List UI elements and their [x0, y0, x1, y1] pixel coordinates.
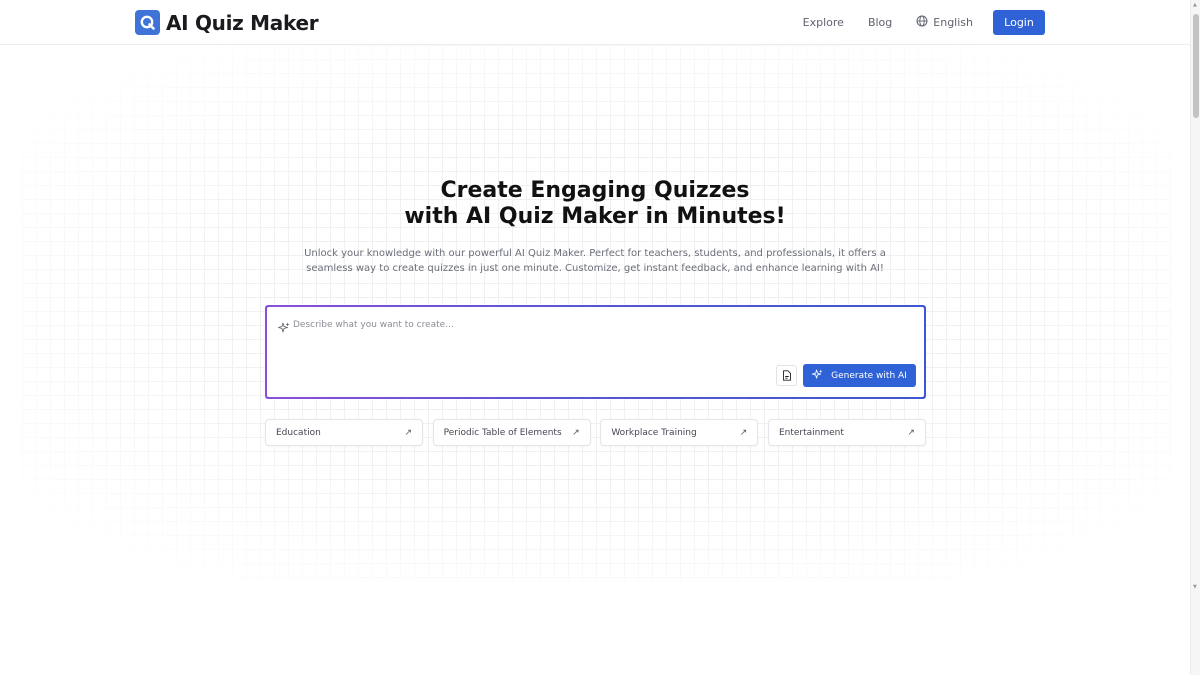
scroll-down-arrow-icon[interactable]: ▼ [1193, 585, 1197, 590]
hero-title: Create Engaging Quizzes with AI Quiz Mak… [0, 178, 1190, 230]
top-navbar: AI Quiz Maker Explore Blog English Login [0, 0, 1190, 45]
globe-icon [916, 15, 928, 30]
generate-label: Generate with AI [831, 370, 907, 381]
prompt-input[interactable] [277, 316, 777, 334]
prompt-box: Generate with AI [267, 307, 924, 397]
scroll-up-arrow-icon[interactable]: ▲ [1193, 3, 1197, 8]
suggestion-chip-periodic-table[interactable]: Periodic Table of Elements ↗ [432, 419, 591, 446]
suggestion-label: Workplace Training [611, 427, 697, 438]
main-nav: Explore Blog English Login [803, 10, 1045, 35]
prompt-box-border: Generate with AI [265, 305, 926, 399]
page: AI Quiz Maker Explore Blog English Login… [0, 0, 1200, 675]
arrow-up-right-icon: ↗ [739, 427, 748, 438]
sparkle-icon [812, 368, 823, 383]
suggestion-chip-entertainment[interactable]: Entertainment ↗ [767, 419, 926, 446]
page-scrollbar[interactable]: ▲ ▼ [1190, 0, 1200, 675]
scrollbar-thumb[interactable] [1193, 14, 1199, 118]
q-logo-icon [135, 10, 160, 35]
suggestion-label: Entertainment [778, 427, 844, 438]
suggestion-chips: Education ↗ Periodic Table of Elements ↗… [265, 419, 926, 446]
brand[interactable]: AI Quiz Maker [135, 10, 319, 35]
arrow-up-right-icon: ↗ [572, 427, 580, 438]
suggestion-label: Periodic Table of Elements [443, 427, 562, 438]
language-label: English [933, 16, 973, 29]
suggestion-label: Education [276, 427, 321, 438]
nav-blog-link[interactable]: Blog [868, 16, 892, 29]
nav-explore-link[interactable]: Explore [803, 16, 844, 29]
generate-with-ai-button[interactable]: Generate with AI [803, 364, 916, 387]
hero-subtitle: Unlock your knowledge with our powerful … [304, 248, 886, 274]
suggestion-chip-education[interactable]: Education ↗ [265, 419, 423, 446]
file-icon [782, 366, 792, 385]
hero-title-line-1: Create Engaging Quizzes [440, 178, 750, 203]
brand-name: AI Quiz Maker [166, 10, 319, 35]
arrow-up-right-icon: ↗ [404, 427, 412, 438]
attach-file-button[interactable] [776, 365, 797, 386]
language-selector[interactable]: English [916, 15, 973, 30]
hero-title-line-2: with AI Quiz Maker in Minutes! [404, 204, 786, 229]
arrow-up-right-icon: ↗ [907, 427, 915, 438]
login-button[interactable]: Login [993, 10, 1045, 35]
suggestion-chip-workplace-training[interactable]: Workplace Training ↗ [600, 419, 759, 446]
